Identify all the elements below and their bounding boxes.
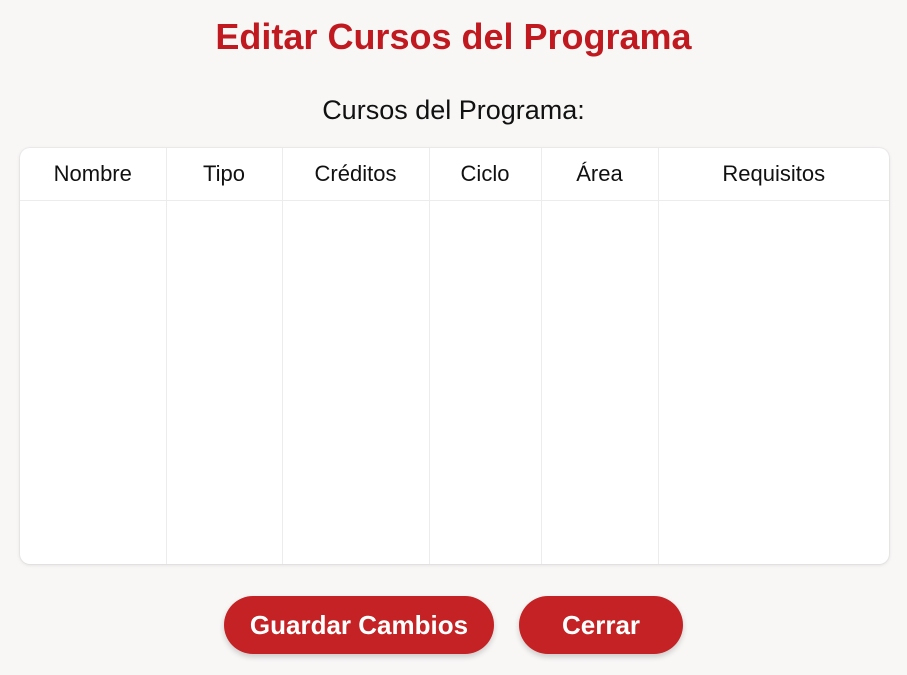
close-button[interactable]: Cerrar bbox=[519, 596, 683, 654]
empty-cell bbox=[20, 200, 167, 564]
column-header-requisitos: Requisitos bbox=[658, 148, 889, 201]
column-header-area: Área bbox=[541, 148, 659, 201]
table-body bbox=[20, 200, 889, 565]
column-header-ciclo: Ciclo bbox=[429, 148, 542, 201]
action-bar: Guardar Cambios Cerrar bbox=[0, 596, 907, 654]
empty-cell bbox=[166, 200, 283, 564]
section-heading: Cursos del Programa: bbox=[322, 95, 585, 125]
dialog-title: Editar Cursos del Programa bbox=[215, 16, 692, 57]
table-empty-area bbox=[20, 200, 889, 565]
save-changes-button[interactable]: Guardar Cambios bbox=[224, 596, 494, 654]
table-header-row: Nombre Tipo Créditos Ciclo Área Requisit… bbox=[20, 148, 889, 201]
empty-cell bbox=[541, 200, 659, 564]
empty-cell bbox=[429, 200, 542, 564]
column-header-creditos: Créditos bbox=[282, 148, 430, 201]
empty-cell bbox=[282, 200, 430, 564]
column-header-nombre: Nombre bbox=[20, 148, 167, 201]
courses-table: Nombre Tipo Créditos Ciclo Área Requisit… bbox=[20, 148, 889, 564]
empty-cell bbox=[658, 201, 889, 565]
courses-table-card: Nombre Tipo Créditos Ciclo Área Requisit… bbox=[20, 148, 889, 564]
column-header-tipo: Tipo bbox=[166, 148, 283, 201]
